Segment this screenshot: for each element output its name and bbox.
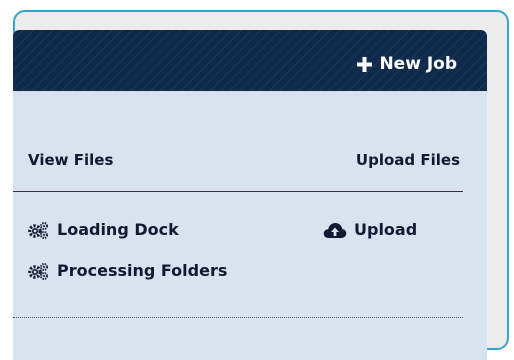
view-files-heading: View Files	[28, 151, 114, 169]
new-job-label: New Job	[379, 54, 457, 74]
upload-link[interactable]: Upload	[323, 220, 417, 239]
upload-label: Upload	[354, 220, 418, 239]
gears-icon	[28, 262, 48, 280]
loading-dock-link[interactable]: Loading Dock	[28, 220, 179, 239]
panel-header: New Job	[13, 30, 487, 91]
cloud-upload-icon	[323, 222, 347, 238]
files-panel: New Job View Files Upload Files Loading …	[13, 30, 487, 360]
heading-divider	[13, 191, 463, 192]
new-job-button[interactable]: New Job	[357, 54, 457, 74]
processing-folders-label: Processing Folders	[57, 261, 228, 280]
processing-folders-link[interactable]: Processing Folders	[28, 261, 227, 280]
loading-dock-label: Loading Dock	[57, 220, 179, 239]
dotted-divider	[13, 317, 463, 318]
upload-files-heading: Upload Files	[355, 151, 460, 169]
plus-icon	[357, 56, 373, 72]
gears-icon	[28, 221, 48, 239]
